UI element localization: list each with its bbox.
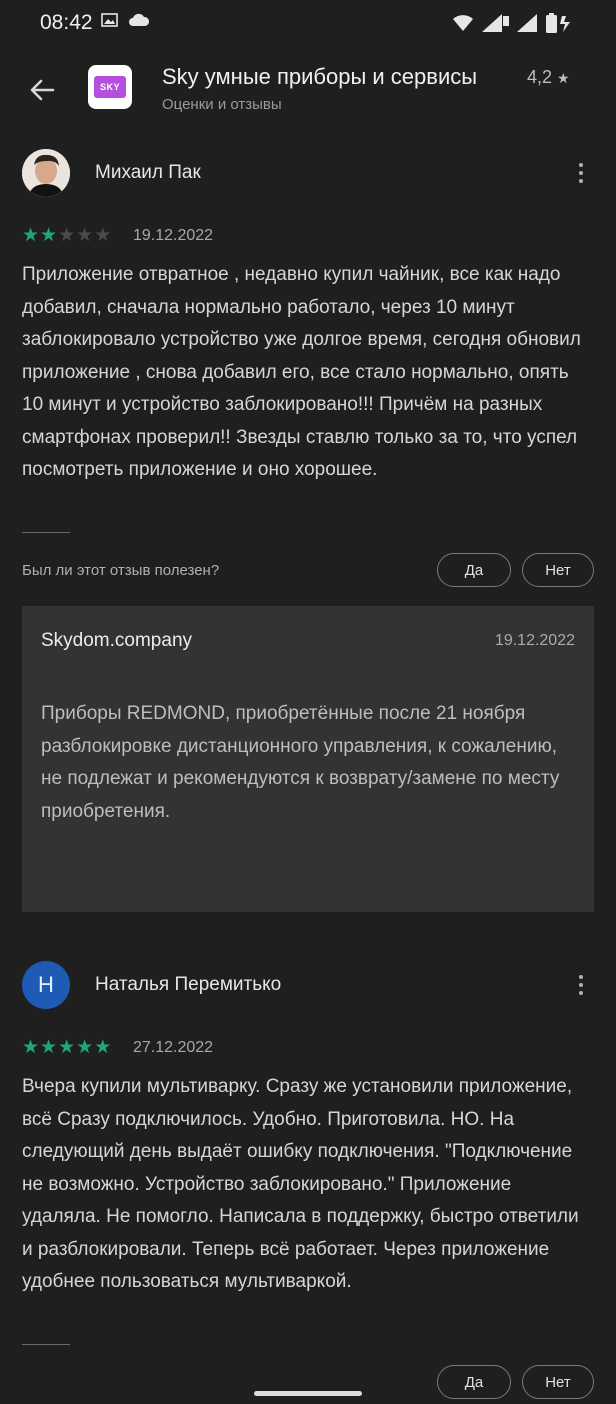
helpful-question: Был ли этот отзыв полезен? — [22, 562, 220, 579]
star-icon: ★ — [22, 225, 40, 246]
app-rating-value: 4,2 — [527, 67, 553, 87]
gallery-icon — [101, 13, 118, 27]
app-header: SKY Sky умные приборы и сервисы 4,2 ★ Оц… — [0, 52, 616, 132]
avatar[interactable] — [22, 149, 70, 197]
divider — [22, 1344, 70, 1345]
star-icon: ★ — [58, 1037, 76, 1058]
reviewer-name: Наталья Перемитько — [95, 974, 282, 995]
helpful-yes-button[interactable]: Да — [437, 553, 511, 587]
app-subtitle: Оценки и отзывы — [162, 96, 282, 113]
reply-date: 19.12.2022 — [494, 632, 575, 649]
back-button[interactable] — [22, 70, 62, 110]
developer-reply: Skydom.company 19.12.2022 Приборы REDMON… — [22, 606, 594, 912]
avatar[interactable]: Н — [22, 961, 70, 1009]
wifi-icon — [453, 15, 473, 31]
star-icon: ★ — [94, 225, 112, 246]
reply-text: Приборы REDMOND, приобретённые после 21 … — [41, 703, 560, 822]
app-icon-logo: SKY — [94, 76, 126, 98]
arrow-back-icon — [30, 79, 55, 101]
review-text: Вчера купили мультиварку. Сразу же устан… — [22, 1076, 579, 1292]
divider — [22, 532, 70, 533]
helpful-no-button[interactable]: Нет — [522, 553, 594, 587]
star-rating: ★ ★ ★ ★ ★ — [22, 224, 111, 247]
review-date: 27.12.2022 — [133, 1039, 214, 1056]
star-icon: ★ — [58, 225, 76, 246]
app-title: Sky умные приборы и сервисы — [162, 64, 478, 89]
review-date: 19.12.2022 — [133, 227, 214, 244]
star-icon: ★ — [94, 1037, 112, 1058]
star-rating: ★ ★ ★ ★ ★ — [22, 1036, 111, 1059]
reviewer-name: Михаил Пак — [95, 162, 201, 183]
more-options-button[interactable] — [570, 158, 592, 188]
home-indicator[interactable] — [254, 1391, 362, 1396]
avatar-photo — [22, 149, 70, 197]
review-text: Приложение отвратное , недавно купил чай… — [22, 264, 581, 480]
signal-icon — [482, 14, 509, 32]
star-icon: ★ — [22, 1037, 40, 1058]
star-icon: ★ — [557, 70, 570, 86]
star-icon: ★ — [40, 225, 58, 246]
status-time: 08:42 — [40, 11, 93, 34]
app-icon[interactable]: SKY — [88, 65, 132, 109]
developer-name: Skydom.company — [41, 630, 193, 651]
app-rating: 4,2 ★ — [527, 67, 570, 88]
signal-icon — [517, 14, 537, 32]
star-icon: ★ — [40, 1037, 58, 1058]
star-icon: ★ — [76, 1037, 94, 1058]
helpful-no-button[interactable]: Нет — [522, 1365, 594, 1399]
status-bar: 08:42 — [0, 0, 616, 48]
cloud-icon — [129, 13, 150, 26]
battery-icon — [546, 13, 570, 33]
star-icon: ★ — [76, 225, 94, 246]
helpful-yes-button[interactable]: Да — [437, 1365, 511, 1399]
more-options-button[interactable] — [570, 970, 592, 1000]
